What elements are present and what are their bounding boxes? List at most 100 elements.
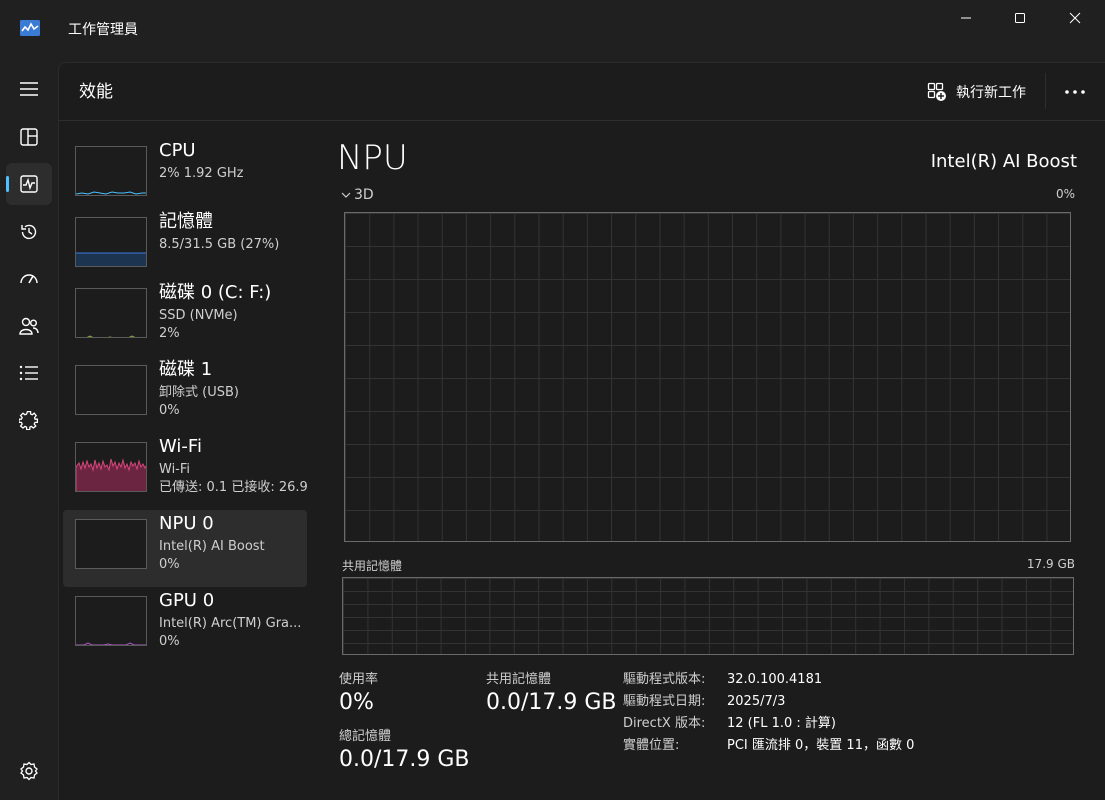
device-usage: 已傳送: 0.1 已接收: 26.9 (159, 480, 307, 495)
device-name: Wi-Fi (159, 436, 202, 457)
nav-services[interactable] (6, 399, 52, 441)
disk1-thumbnail-graph (75, 365, 147, 415)
nav-startup-apps[interactable] (6, 258, 52, 300)
more-options-button[interactable] (1059, 79, 1091, 105)
history-icon (21, 224, 37, 240)
run-task-label: 執行新工作 (956, 85, 1026, 101)
engine-max-percent: 0% (1055, 187, 1075, 201)
device-npu-0[interactable]: NPU 0 Intel(R) AI Boost 0% (63, 510, 307, 587)
device-name: NPU 0 (159, 513, 214, 534)
device-usage: 0% (159, 634, 180, 649)
shared-memory-value: 0.0/17.9 GB (486, 690, 617, 715)
info-value: 12 (FL 1.0 : 計算) (727, 716, 836, 731)
task-manager-window: 工作管理員 效能 執行新工作 CPU 2% 1.92 GHz 記憶體 8.5/3… (0, 0, 1105, 800)
info-row-driver-date: 驅動程式日期: 2025/7/3 (623, 691, 914, 713)
processes-icon (20, 128, 38, 146)
device-detail: 2% 1.92 GHz (159, 166, 244, 181)
device-detail: Intel(R) Arc(TM) Gra... (159, 616, 302, 631)
services-icon (19, 410, 39, 430)
device-detail: 8.5/31.5 GB (27%) (159, 237, 280, 252)
engine-label: 3D (354, 187, 374, 203)
nav-app-history[interactable] (6, 211, 52, 253)
performance-icon (20, 175, 38, 193)
device-usage: 0% (159, 403, 180, 418)
hamburger-menu-button[interactable] (6, 68, 52, 110)
info-value: 32.0.100.4181 (727, 672, 823, 687)
gear-icon (20, 761, 38, 781)
shared-memory-graph-total: 17.9 GB (1026, 557, 1075, 571)
device-disk-1[interactable]: 磁碟 1 卸除式 (USB) 0% (63, 356, 307, 433)
device-detail: Wi-Fi (159, 462, 191, 477)
device-name: 磁碟 0 (C: F:) (159, 282, 272, 303)
nav-processes[interactable] (6, 116, 52, 158)
minimize-button[interactable] (943, 0, 989, 36)
main-panel: 效能 執行新工作 CPU 2% 1.92 GHz 記憶體 8.5/31.5 GB… (58, 62, 1105, 800)
device-usage: 0% (159, 557, 180, 572)
device-cpu[interactable]: CPU 2% 1.92 GHz (63, 137, 307, 214)
active-indicator (6, 176, 9, 192)
utilization-value: 0% (339, 690, 374, 715)
device-detail: Intel(R) AI Boost (159, 539, 265, 554)
disk0-thumbnail-graph (75, 288, 147, 338)
info-key: DirectX 版本: (623, 716, 706, 731)
total-memory-label: 總記憶體 (339, 729, 392, 744)
maximize-icon (1015, 13, 1025, 23)
utilization-label: 使用率 (339, 672, 379, 687)
device-list: CPU 2% 1.92 GHz 記憶體 8.5/31.5 GB (27%) 磁碟… (63, 129, 307, 669)
memory-thumbnail-graph (75, 217, 147, 267)
wifi-thumbnail-graph (75, 442, 147, 492)
engine-selector-dropdown[interactable]: 3D (341, 186, 374, 204)
page-header: 效能 執行新工作 (59, 63, 1105, 121)
title-bar[interactable]: 工作管理員 (0, 0, 1105, 60)
close-icon (1069, 12, 1081, 24)
header-divider (1045, 73, 1046, 109)
maximize-button[interactable] (997, 0, 1043, 36)
device-detail: SSD (NVMe) (159, 308, 238, 323)
window-title: 工作管理員 (68, 22, 138, 38)
page-title: 效能 (79, 82, 113, 102)
device-gpu-0[interactable]: GPU 0 Intel(R) Arc(TM) Gra... 0% (63, 587, 307, 664)
device-disk-0[interactable]: 磁碟 0 (C: F:) SSD (NVMe) 2% (63, 279, 307, 356)
nav-settings[interactable] (6, 750, 52, 792)
device-name: 記憶體 (159, 211, 213, 232)
hamburger-icon (20, 82, 38, 96)
info-key: 驅動程式版本: (623, 672, 706, 687)
nav-performance[interactable] (6, 163, 52, 205)
npu-utilization-graph (344, 212, 1071, 542)
total-memory-value: 0.0/17.9 GB (339, 747, 470, 772)
users-icon (19, 317, 39, 335)
device-wifi[interactable]: Wi-Fi Wi-Fi 已傳送: 0.1 已接收: 26.9 (63, 433, 307, 510)
device-memory[interactable]: 記憶體 8.5/31.5 GB (27%) (63, 208, 307, 285)
gpu-thumbnail-graph (75, 596, 147, 646)
shared-memory-graph-label: 共用記憶體 (342, 559, 403, 573)
nav-details[interactable] (6, 352, 52, 394)
close-button[interactable] (1052, 0, 1098, 36)
info-row-physical-location: 實體位置: PCI 匯流排 0，裝置 11，函數 0 (623, 735, 914, 757)
device-info-table: 驅動程式版本: 32.0.100.4181 驅動程式日期: 2025/7/3 D… (623, 669, 914, 757)
device-name: CPU (159, 140, 196, 161)
info-row-driver-version: 驅動程式版本: 32.0.100.4181 (623, 669, 914, 691)
device-name: 磁碟 1 (159, 359, 213, 380)
info-key: 實體位置: (623, 738, 680, 753)
detail-title: NPU (337, 138, 408, 178)
more-icon (1065, 90, 1085, 94)
device-usage: 2% (159, 326, 180, 341)
startup-icon (20, 274, 38, 284)
list-icon (19, 365, 38, 381)
detail-model-name: Intel(R) AI Boost (930, 151, 1077, 172)
info-value: 2025/7/3 (727, 694, 786, 709)
minimize-icon (961, 17, 971, 19)
navigation-rail (0, 60, 58, 800)
run-task-icon (927, 82, 946, 101)
device-detail: 卸除式 (USB) (159, 385, 239, 400)
cpu-thumbnail-graph (75, 146, 147, 196)
info-row-directx-version: DirectX 版本: 12 (FL 1.0 : 計算) (623, 713, 914, 735)
run-new-task-button[interactable]: 執行新工作 (927, 79, 1026, 105)
info-value: PCI 匯流排 0，裝置 11，函數 0 (727, 738, 915, 753)
info-key: 驅動程式日期: (623, 694, 706, 709)
npu-thumbnail-graph (75, 519, 147, 569)
shared-memory-label: 共用記憶體 (486, 672, 552, 687)
task-manager-app-icon (20, 20, 40, 36)
nav-users[interactable] (6, 305, 52, 347)
device-name: GPU 0 (159, 590, 215, 611)
